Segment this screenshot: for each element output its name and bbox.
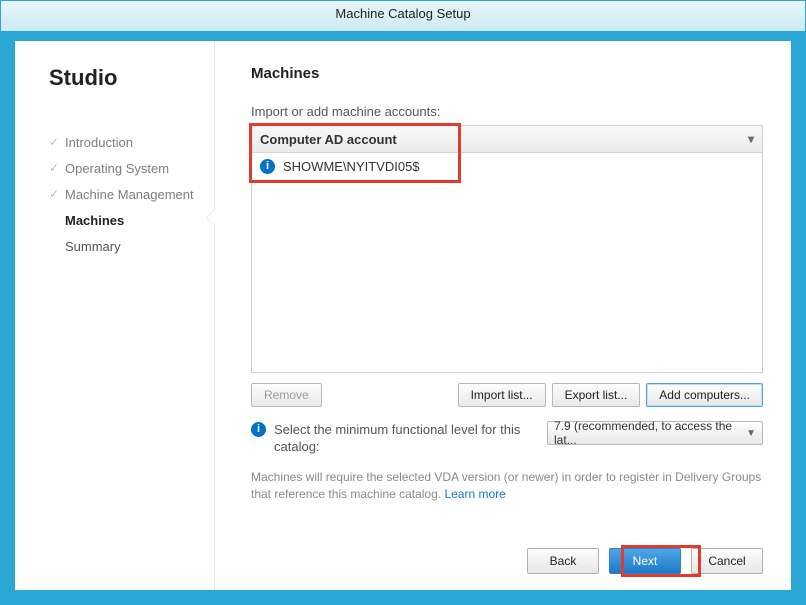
grid-header[interactable]: Computer AD account ▾ — [252, 126, 762, 153]
sidebar: Studio Introduction Operating System Mac… — [15, 41, 215, 590]
learn-more-link[interactable]: Learn more — [444, 487, 505, 501]
next-button[interactable]: Next — [609, 548, 681, 574]
studio-brand: Studio — [49, 65, 214, 91]
cancel-button[interactable]: Cancel — [691, 548, 763, 574]
wizard-footer: Back Next Cancel — [527, 548, 763, 574]
client-area: Studio Introduction Operating System Mac… — [15, 41, 791, 590]
chevron-down-icon: ▼ — [746, 428, 756, 439]
instruction-text: Import or add machine accounts: — [251, 104, 763, 119]
remove-button: Remove — [251, 383, 322, 407]
sidebar-item-label: Summary — [65, 239, 121, 254]
functional-level-value: 7.9 (recommended, to access the lat... — [554, 419, 746, 447]
main-panel: Machines Import or add machine accounts:… — [215, 41, 791, 590]
sidebar-item-label: Operating System — [65, 161, 169, 176]
export-list-button[interactable]: Export list... — [552, 383, 641, 407]
sidebar-item-label: Machine Management — [65, 187, 194, 202]
window-title: Machine Catalog Setup — [1, 1, 805, 31]
sidebar-item-summary[interactable]: Summary — [49, 233, 214, 259]
info-icon: i — [260, 159, 275, 174]
grid-button-row: Remove Import list... Export list... Add… — [251, 383, 763, 407]
sidebar-item-label: Introduction — [65, 135, 133, 150]
account-name: SHOWME\NYITVDI05$ — [283, 159, 420, 174]
table-row[interactable]: i SHOWME\NYITVDI05$ — [252, 153, 762, 179]
page-title: Machines — [251, 65, 763, 82]
sidebar-item-introduction[interactable]: Introduction — [49, 129, 214, 155]
functional-level-text: Select the minimum functional level for … — [274, 421, 537, 455]
sidebar-item-machine-management[interactable]: Machine Management — [49, 181, 214, 207]
info-icon: i — [251, 422, 266, 437]
back-button[interactable]: Back — [527, 548, 599, 574]
pointer — [207, 209, 216, 227]
sidebar-item-label: Machines — [65, 213, 124, 228]
sidebar-item-operating-system[interactable]: Operating System — [49, 155, 214, 181]
vda-note: Machines will require the selected VDA v… — [251, 469, 763, 503]
functional-level-row: i Select the minimum functional level fo… — [251, 421, 763, 455]
sidebar-item-machines[interactable]: Machines — [49, 207, 214, 233]
setup-window: Machine Catalog Setup Studio Introductio… — [0, 0, 806, 605]
functional-level-label: i Select the minimum functional level fo… — [251, 421, 537, 455]
import-list-button[interactable]: Import list... — [458, 383, 546, 407]
grid-header-label: Computer AD account — [260, 132, 397, 147]
vda-note-text: Machines will require the selected VDA v… — [251, 470, 761, 501]
spacer — [328, 383, 452, 407]
accounts-grid[interactable]: Computer AD account ▾ i SHOWME\NYITVDI05… — [251, 125, 763, 373]
add-computers-button[interactable]: Add computers... — [646, 383, 763, 407]
functional-level-select[interactable]: 7.9 (recommended, to access the lat... ▼ — [547, 421, 763, 445]
sort-arrow-icon[interactable]: ▾ — [748, 132, 754, 146]
